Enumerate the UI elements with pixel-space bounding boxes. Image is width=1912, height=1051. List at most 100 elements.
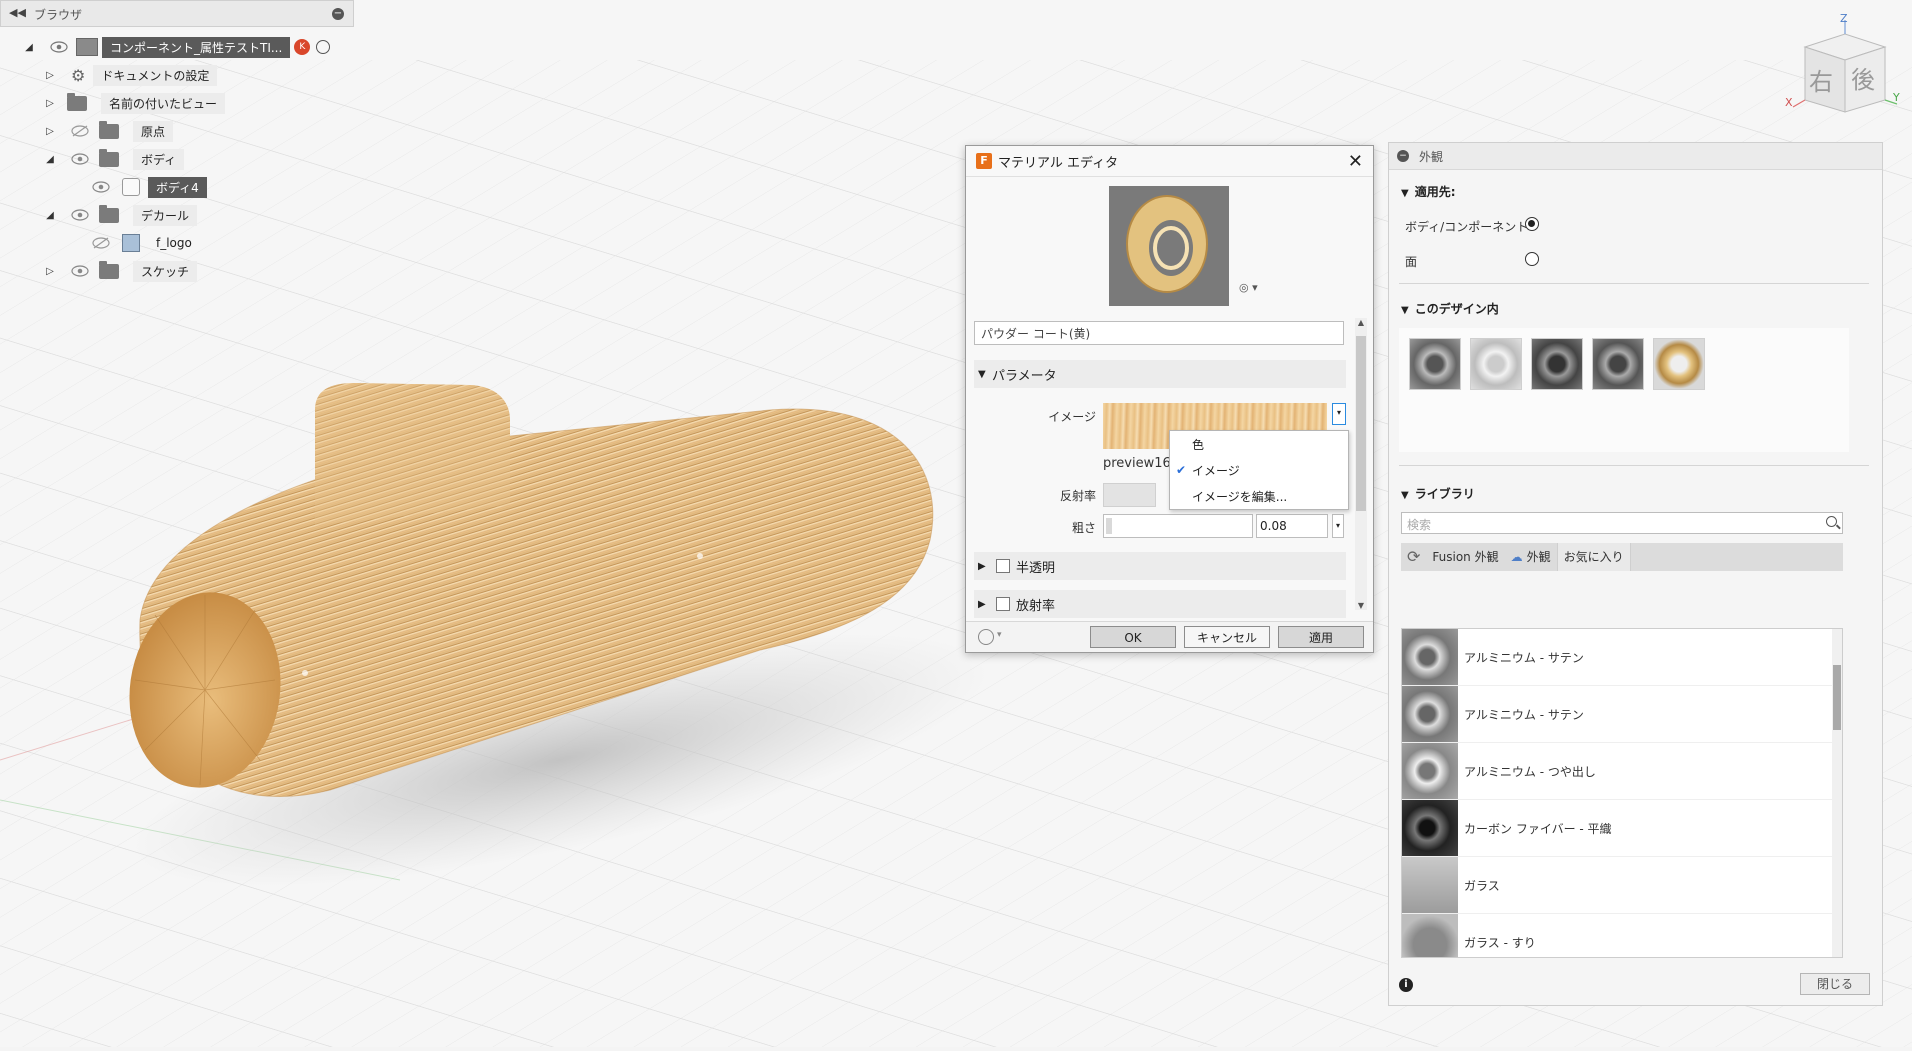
- tree-label: コンポーネント_属性テストTI...: [102, 36, 291, 58]
- section-in-design[interactable]: ▼ このデザイン内: [1401, 300, 1499, 317]
- viewcube-face-back[interactable]: 後: [1851, 60, 1875, 95]
- tree-item-document-settings[interactable]: ▷ ⚙ ドキュメントの設定: [43, 63, 218, 87]
- dialog-titlebar[interactable]: F マテリアル エディタ ✕: [966, 146, 1373, 177]
- list-item[interactable]: アルミニウム - つや出し: [1402, 743, 1842, 800]
- double-left-arrow-icon[interactable]: ◀◀: [9, 6, 26, 19]
- tree-item-body4[interactable]: ボディ4: [78, 175, 207, 199]
- radio-face[interactable]: [1525, 252, 1539, 266]
- list-item[interactable]: アルミニウム - サテン: [1402, 629, 1842, 686]
- info-icon[interactable]: i: [1399, 978, 1413, 992]
- swatch-aluminum-polished[interactable]: [1470, 338, 1522, 390]
- list-item[interactable]: ガラス - すり: [1402, 914, 1842, 957]
- eye-icon[interactable]: [71, 265, 89, 277]
- library-list[interactable]: アルミニウム - サテン アルミニウム - サテン アルミニウム - つや出し …: [1401, 628, 1843, 958]
- eye-hidden-icon[interactable]: [92, 237, 110, 249]
- list-item[interactable]: ガラス: [1402, 857, 1842, 914]
- section-library[interactable]: ▼ ライブラリ: [1401, 485, 1475, 502]
- material-editor-dialog[interactable]: F マテリアル エディタ ✕ ◎ ▾ パウダー コート(黄) ▼ パラメータ イ…: [965, 145, 1374, 653]
- eye-icon[interactable]: [71, 153, 89, 165]
- axis-x-label: X: [1785, 96, 1793, 109]
- section-apply-to[interactable]: ▼ 適用先:: [1401, 183, 1456, 200]
- pin-icon[interactable]: −: [332, 8, 344, 20]
- image-source-dropdown-menu[interactable]: 色 ✔ イメージ イメージを編集...: [1169, 430, 1349, 510]
- activate-radio-icon[interactable]: [316, 40, 331, 54]
- search-icon[interactable]: [1826, 516, 1837, 527]
- viewcube[interactable]: 右 後 Z X Y: [1785, 12, 1905, 122]
- close-icon[interactable]: ✕: [1348, 151, 1363, 172]
- material-tools-icon[interactable]: [978, 629, 994, 645]
- collapse-triangle-icon[interactable]: ▼: [1401, 188, 1409, 199]
- swatch-powder-coat-yellow[interactable]: [1653, 338, 1705, 390]
- tree-root-component[interactable]: ◢ コンポーネント_属性テストTI... K: [22, 35, 331, 59]
- tab-fusion-appearances[interactable]: Fusion 外観: [1426, 543, 1504, 571]
- list-scrollbar[interactable]: [1832, 629, 1842, 957]
- tree-item-f-logo[interactable]: f_logo: [78, 231, 200, 255]
- pin-icon[interactable]: −: [1397, 150, 1409, 162]
- slider-knob[interactable]: [1106, 518, 1112, 534]
- roughness-value-input[interactable]: 0.08: [1256, 514, 1328, 538]
- viewcube-graphic[interactable]: [1785, 12, 1905, 122]
- radio-body-component[interactable]: [1525, 217, 1539, 231]
- chevron-down-icon[interactable]: ▾: [997, 630, 1002, 640]
- reflectance-swatch[interactable]: [1103, 483, 1156, 507]
- expand-triangle-icon[interactable]: ▷: [43, 98, 57, 109]
- appearance-thumbnail: [1402, 857, 1458, 913]
- refresh-icon[interactable]: ⟳: [1401, 543, 1426, 571]
- expand-triangle-icon[interactable]: ▷: [43, 126, 57, 137]
- expand-triangle-icon[interactable]: ▷: [43, 266, 57, 277]
- preview-options-icon[interactable]: ◎ ▾: [1239, 281, 1258, 294]
- collapse-triangle-icon[interactable]: ◢: [43, 154, 57, 165]
- eye-icon[interactable]: [50, 41, 68, 53]
- appearance-thumbnail: [1402, 686, 1458, 742]
- translucency-checkbox[interactable]: [996, 559, 1010, 573]
- list-item[interactable]: アルミニウム - サテン: [1402, 686, 1842, 743]
- tree-item-named-views[interactable]: ▷ 名前の付いたビュー: [43, 91, 226, 115]
- eye-icon[interactable]: [71, 209, 89, 221]
- tree-item-origin[interactable]: ▷ 原点: [43, 119, 174, 143]
- viewcube-face-right[interactable]: 右: [1809, 62, 1833, 97]
- collapse-triangle-icon[interactable]: ◢: [43, 210, 57, 221]
- section-translucency[interactable]: ▶ 半透明: [974, 552, 1346, 580]
- tree-item-bodies[interactable]: ◢ ボディ: [43, 147, 185, 171]
- emissive-checkbox[interactable]: [996, 597, 1010, 611]
- material-name-field[interactable]: パウダー コート(黄): [974, 321, 1344, 345]
- cancel-button[interactable]: キャンセル: [1184, 626, 1270, 648]
- menu-item-edit-image[interactable]: イメージを編集...: [1170, 483, 1348, 509]
- scroll-thumb[interactable]: [1356, 336, 1366, 511]
- collapse-triangle-icon[interactable]: ◢: [22, 42, 36, 53]
- roughness-dropdown-button[interactable]: ▾: [1332, 514, 1344, 538]
- scroll-thumb[interactable]: [1833, 665, 1841, 730]
- expand-triangle-icon[interactable]: ▶: [978, 599, 992, 610]
- apply-button[interactable]: 適用: [1278, 626, 1364, 648]
- tree-item-decals[interactable]: ◢ デカール: [43, 203, 198, 227]
- close-button[interactable]: 閉じる: [1800, 973, 1870, 995]
- roughness-slider[interactable]: [1103, 514, 1253, 538]
- section-emissive[interactable]: ▶ 放射率: [974, 590, 1346, 618]
- swatch-metal[interactable]: [1592, 338, 1644, 390]
- collapse-triangle-icon[interactable]: ▼: [1401, 305, 1409, 316]
- search-input[interactable]: 検索: [1401, 512, 1843, 534]
- dialog-scrollbar[interactable]: ▲ ▼: [1355, 318, 1367, 610]
- collapse-triangle-icon[interactable]: ▼: [978, 369, 992, 380]
- swatch-aluminum-satin[interactable]: [1409, 338, 1461, 390]
- tree-item-sketches[interactable]: ▷ スケッチ: [43, 259, 198, 283]
- tab-appearances[interactable]: 外観: [1523, 543, 1557, 571]
- ok-button[interactable]: OK: [1090, 626, 1176, 648]
- swatch-dark-metal[interactable]: [1531, 338, 1583, 390]
- eye-icon[interactable]: [92, 181, 110, 193]
- tab-favorites[interactable]: お気に入り: [1556, 543, 1631, 571]
- image-dropdown-button[interactable]: ▾: [1332, 403, 1346, 425]
- decal-icon: [122, 234, 140, 252]
- scroll-up-icon[interactable]: ▲: [1355, 318, 1367, 327]
- appearance-panel[interactable]: − 外観 ▼ 適用先: ボディ/コンポーネント 面 ▼ このデザイン内 ▼ ライブラリ…: [1388, 142, 1883, 1006]
- search-placeholder: 検索: [1407, 518, 1432, 532]
- menu-item-image[interactable]: ✔ イメージ: [1170, 457, 1348, 483]
- list-item[interactable]: カーボン ファイバー - 平織: [1402, 800, 1842, 857]
- menu-item-color[interactable]: 色: [1170, 431, 1348, 457]
- collapse-triangle-icon[interactable]: ▼: [1401, 490, 1409, 501]
- scroll-down-icon[interactable]: ▼: [1355, 601, 1367, 610]
- expand-triangle-icon[interactable]: ▶: [978, 561, 992, 572]
- section-parameters[interactable]: ▼ パラメータ: [974, 360, 1346, 388]
- eye-hidden-icon[interactable]: [71, 125, 89, 137]
- expand-triangle-icon[interactable]: ▷: [43, 70, 57, 81]
